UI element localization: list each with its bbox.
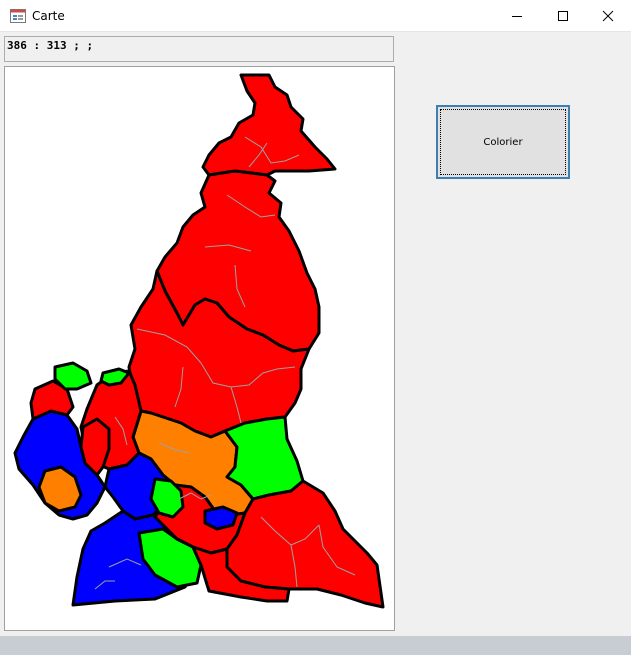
maximize-icon <box>558 11 568 21</box>
close-icon <box>602 10 614 22</box>
cameroon-map[interactable] <box>5 67 394 630</box>
form-icon <box>10 9 26 23</box>
colorize-button[interactable]: Colorier <box>436 105 570 179</box>
window-title: Carte <box>32 9 65 23</box>
close-button[interactable] <box>585 0 631 32</box>
minimize-button[interactable] <box>494 0 540 32</box>
region-centre-blue[interactable] <box>203 505 239 531</box>
title-bar: Carte <box>0 0 631 32</box>
maximize-button[interactable] <box>540 0 586 32</box>
status-bar <box>0 636 631 655</box>
coordinates-readout: 386 : 313 ; ; <box>4 36 394 62</box>
minimize-icon <box>512 16 522 17</box>
region-nw-green[interactable] <box>53 361 93 391</box>
map-panel[interactable] <box>4 66 395 631</box>
